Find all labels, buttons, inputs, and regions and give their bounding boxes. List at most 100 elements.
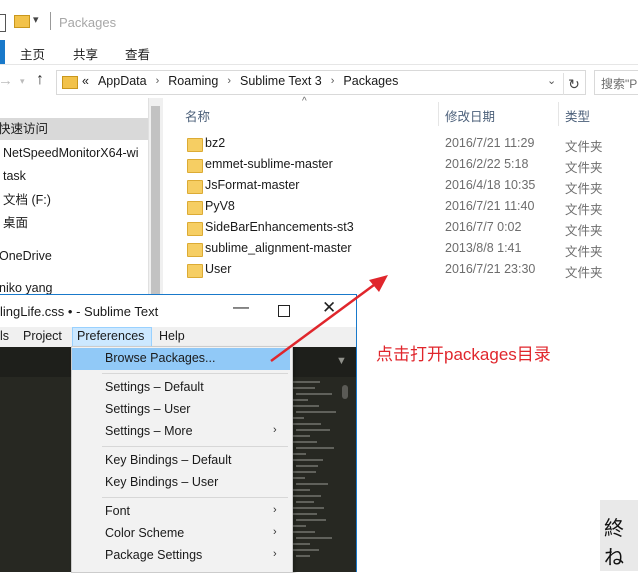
column-header-type[interactable]: 类型 — [565, 106, 590, 125]
refresh-icon[interactable]: ↻ — [563, 73, 584, 95]
sublime-title-bar: lingLife.css • - Sublime Text — ✕ — [0, 295, 356, 327]
menu-item-label: Settings – Default — [105, 380, 204, 394]
menu-item-key-bindings-default[interactable]: Key Bindings – Default — [72, 450, 290, 472]
maximize-icon[interactable] — [278, 305, 290, 317]
annotation-text: 点击打开packages目录 — [376, 345, 551, 364]
minimap-line — [296, 537, 332, 539]
file-type: 文件夹 — [565, 203, 603, 217]
scrollbar-thumb[interactable] — [151, 106, 160, 298]
menu-item-key-bindings-user[interactable]: Key Bindings – User — [72, 472, 290, 494]
minimap-line — [296, 429, 330, 431]
column-divider[interactable] — [438, 102, 439, 126]
table-row[interactable]: bz2 2016/7/21 11:29 文件夹 — [185, 134, 605, 155]
new-folder-icon[interactable] — [14, 15, 30, 28]
menu-item-label: Key Bindings – User — [105, 475, 219, 489]
breadcrumb-roaming[interactable]: Roaming — [168, 74, 218, 88]
file-name: User — [205, 262, 232, 276]
tab-dropdown-icon[interactable]: ▼ — [336, 355, 347, 367]
minimap-line — [290, 507, 324, 509]
nav-item-label: task — [3, 169, 26, 183]
breadcrumb-prefix[interactable]: « — [82, 74, 89, 88]
minimap[interactable] — [290, 381, 338, 571]
menu-item-font[interactable]: Font › — [72, 501, 290, 523]
nav-scrollbar[interactable] — [148, 98, 163, 298]
search-input[interactable]: 搜索"P — [594, 70, 638, 95]
file-date: 2016/2/22 5:18 — [445, 157, 529, 171]
menu-item-package-settings[interactable]: Package Settings › — [72, 545, 290, 567]
column-divider[interactable] — [558, 102, 559, 126]
file-date: 2016/7/21 23:30 — [445, 262, 536, 276]
file-name: JsFormat-master — [205, 178, 300, 192]
table-row[interactable]: sublime_alignment-master 2013/8/8 1:41 文… — [185, 239, 605, 260]
address-dropdown-icon[interactable]: ⌄ — [547, 74, 556, 87]
menu-help[interactable]: Help — [159, 329, 185, 343]
address-bar[interactable]: « AppData › Roaming › Sublime Text 3 › P… — [56, 70, 586, 95]
properties-icon[interactable] — [0, 14, 6, 32]
breadcrumb: « AppData › Roaming › Sublime Text 3 › P… — [82, 74, 398, 88]
quick-access-dropdown-icon[interactable]: ▾ — [33, 13, 39, 26]
minimap-line — [296, 519, 326, 521]
nav-item-netspeed[interactable]: NetSpeedMonitorX64-wi — [3, 142, 139, 164]
menu-tools[interactable]: ls — [0, 329, 9, 343]
tab-share[interactable]: 共享 — [73, 44, 98, 63]
menu-item-browse-packages[interactable]: Browse Packages... — [72, 348, 290, 370]
column-header-date[interactable]: 修改日期 — [445, 106, 495, 125]
minimize-icon[interactable]: — — [233, 299, 249, 317]
breadcrumb-appdata[interactable]: AppData — [98, 74, 147, 88]
editor-scrollbar[interactable] — [342, 385, 348, 399]
nav-item-label: OneDrive — [0, 249, 52, 263]
sort-ascending-icon: ^ — [302, 96, 307, 107]
table-row[interactable]: SideBarEnhancements-st3 2016/7/7 0:02 文件… — [185, 218, 605, 239]
minimap-line — [296, 555, 310, 557]
up-arrow-icon[interactable]: ↑ — [36, 71, 44, 89]
nav-item-onedrive[interactable]: OneDrive — [0, 245, 52, 267]
menu-item-settings-default[interactable]: Settings – Default — [72, 377, 290, 399]
file-tab[interactable] — [0, 40, 5, 64]
nav-item-desktop[interactable]: 桌面 — [3, 212, 28, 234]
table-row[interactable]: JsFormat-master 2016/4/18 10:35 文件夹 — [185, 176, 605, 197]
file-date: 2016/7/7 0:02 — [445, 220, 522, 234]
chevron-right-icon[interactable]: › — [227, 75, 231, 87]
menu-project[interactable]: Project — [23, 329, 62, 343]
nav-item-quick-access[interactable]: 快速访问 — [0, 118, 148, 140]
menu-item-settings-more[interactable]: Settings – More › — [72, 421, 290, 443]
table-row[interactable]: User 2016/7/21 23:30 文件夹 — [185, 260, 605, 281]
file-name: emmet-sublime-master — [205, 157, 333, 171]
nav-item-label: NetSpeedMonitorX64-wi — [3, 146, 139, 160]
file-type: 文件夹 — [565, 182, 603, 196]
forward-arrow-icon[interactable]: → — [0, 72, 13, 89]
menu-preferences[interactable]: Preferences — [72, 327, 152, 348]
tab-home[interactable]: 主页 — [20, 44, 45, 63]
nav-item-documents-f[interactable]: 文档 (F:) — [3, 189, 51, 211]
nav-item-label: niko yang — [0, 281, 53, 295]
file-date: 2013/8/8 1:41 — [445, 241, 522, 255]
recent-locations-icon[interactable]: ▾ — [20, 76, 25, 87]
file-type: 文件夹 — [565, 245, 603, 259]
breadcrumb-packages[interactable]: Packages — [343, 74, 398, 88]
close-icon[interactable]: ✕ — [322, 298, 336, 318]
file-date: 2016/4/18 10:35 — [445, 178, 536, 192]
minimap-line — [290, 489, 310, 491]
file-name: SideBarEnhancements-st3 — [205, 220, 354, 234]
chevron-right-icon[interactable]: › — [331, 75, 335, 87]
nav-item-task[interactable]: task — [3, 165, 26, 187]
minimap-line — [290, 381, 320, 383]
file-type: 文件夹 — [565, 266, 603, 280]
menu-item-label: Settings – More — [105, 424, 193, 438]
column-header-name[interactable]: 名称 — [185, 106, 210, 125]
table-row[interactable]: emmet-sublime-master 2016/2/22 5:18 文件夹 — [185, 155, 605, 176]
tab-view[interactable]: 查看 — [125, 44, 150, 63]
breadcrumb-sublime-text-3[interactable]: Sublime Text 3 — [240, 74, 322, 88]
chevron-right-icon[interactable]: › — [156, 75, 160, 87]
menu-item-color-scheme[interactable]: Color Scheme › — [72, 523, 290, 545]
table-row[interactable]: PyV8 2016/7/21 11:40 文件夹 — [185, 197, 605, 218]
folder-icon — [187, 159, 203, 173]
file-type: 文件夹 — [565, 140, 603, 154]
menu-item-settings-user[interactable]: Settings – User — [72, 399, 290, 421]
minimap-line — [293, 495, 321, 497]
menu-preferences-label: Preferences — [77, 329, 145, 343]
navigation-pane: 快速访问 NetSpeedMonitorX64-wi task 文档 (F:) … — [0, 98, 148, 298]
title-separator — [50, 12, 51, 30]
minimap-line — [296, 483, 328, 485]
minimap-line — [296, 393, 332, 395]
